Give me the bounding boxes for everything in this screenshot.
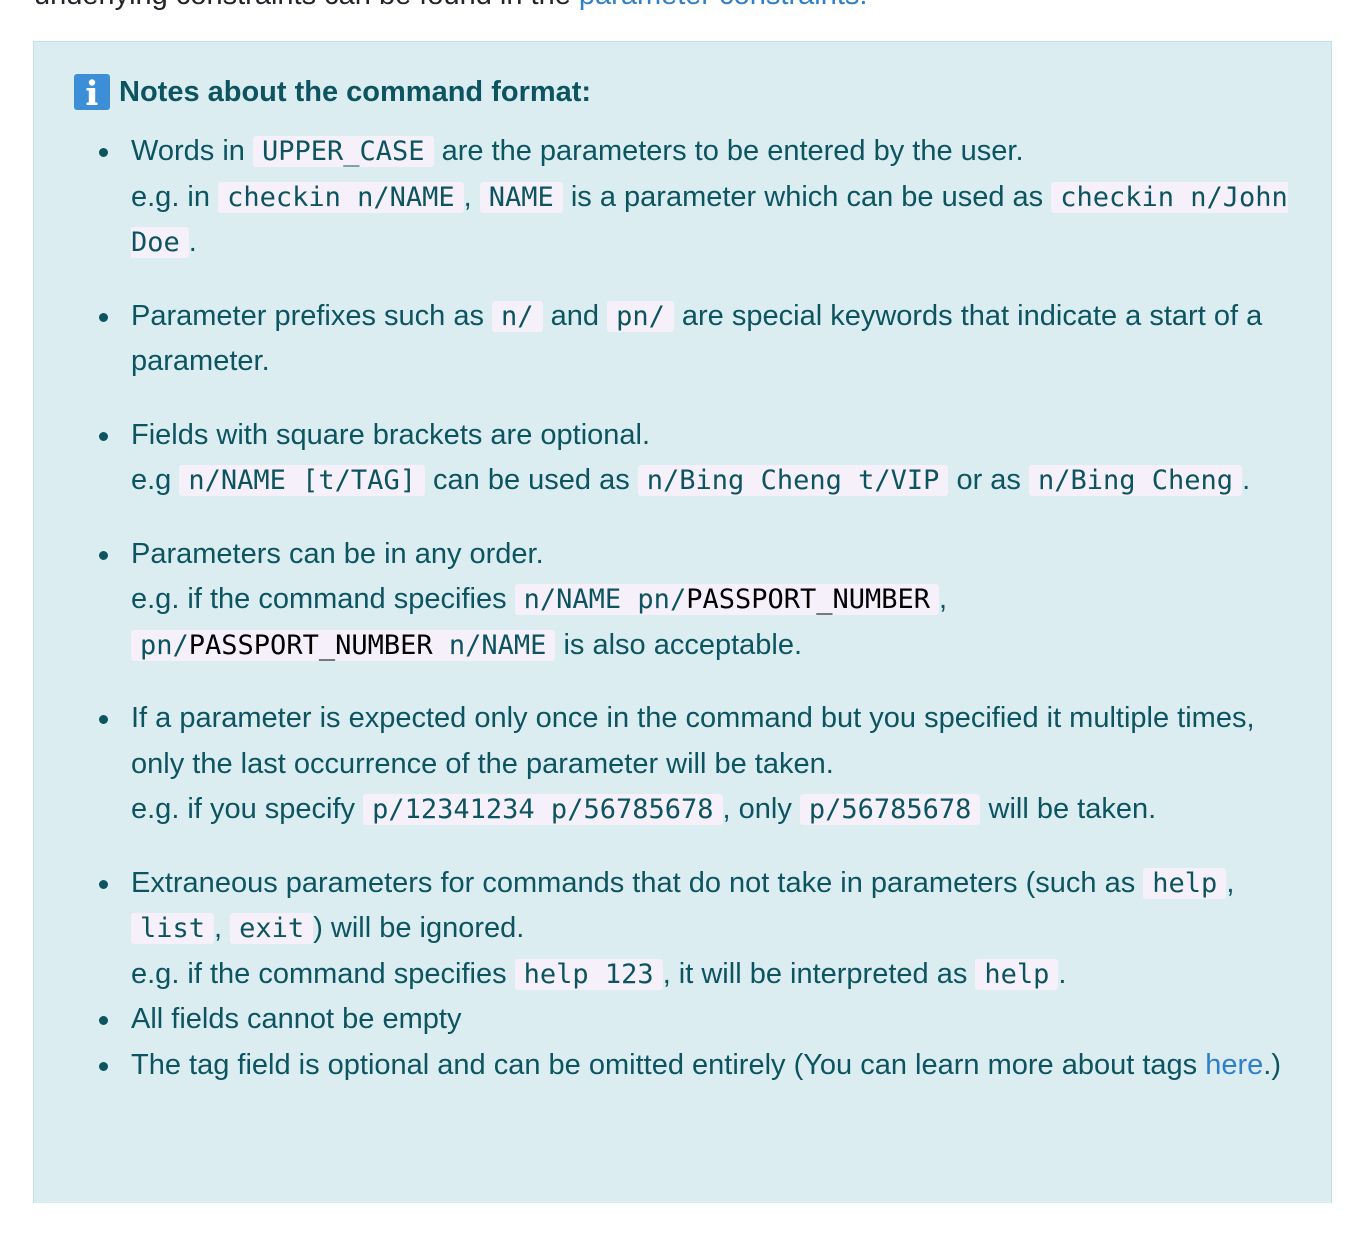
inline-code: n/Bing Cheng bbox=[1028, 465, 1243, 496]
note-text: n/NAME pn/ bbox=[523, 584, 687, 615]
inline-code: p/56785678 bbox=[799, 794, 981, 825]
info-icon bbox=[74, 74, 110, 110]
code-name-passport: n/NAME pn/PASSPORT_NUMBER bbox=[514, 584, 940, 615]
code-passport-name: pn/PASSPORT_NUMBER n/NAME bbox=[131, 629, 556, 661]
inline-code: pn/ bbox=[607, 300, 674, 332]
note-tag-optional: The tag field is optional and can be omi… bbox=[99, 1043, 1291, 1089]
inline-code: n/NAME [t/TAG] bbox=[179, 465, 425, 496]
note-text: .) bbox=[1263, 1048, 1281, 1081]
note-text: All fields cannot be empty bbox=[131, 1003, 462, 1035]
note-last-occurrence: If a parameter is expected only once in … bbox=[99, 696, 1291, 833]
note-text: and bbox=[542, 299, 608, 332]
note-optional-fields: Fields with square brackets are optional… bbox=[99, 413, 1291, 504]
note-text: ) will be ignored. bbox=[313, 912, 525, 944]
preceding-text: underlying constraints can be found in t… bbox=[34, 0, 579, 11]
note-text: If a parameter is expected only once in … bbox=[131, 702, 1255, 780]
tags-here-link[interactable]: here bbox=[1205, 1049, 1263, 1081]
note-text: , only bbox=[722, 793, 800, 825]
inline-code: help bbox=[975, 958, 1059, 990]
notes-list: Words in UPPER_CASE are the parameters t… bbox=[74, 129, 1291, 1088]
note-fields-not-empty: All fields cannot be empty bbox=[99, 997, 1291, 1043]
inline-code: n/Bing Cheng t/VIP bbox=[637, 465, 949, 496]
inline-code: help 123 bbox=[514, 958, 663, 990]
info-callout: Notes about the command format: Words in… bbox=[33, 41, 1332, 1203]
note-text: pn/ bbox=[140, 629, 189, 661]
note-text: Words in bbox=[131, 135, 253, 167]
inline-code: list bbox=[131, 913, 215, 944]
note-upper-case: Words in UPPER_CASE are the parameters t… bbox=[99, 129, 1291, 266]
note-text: , bbox=[1226, 866, 1235, 899]
note-text: . bbox=[188, 226, 197, 258]
inline-code: p/12341234 p/56785678 bbox=[363, 794, 723, 825]
note-text: e.g. if the command specifies bbox=[131, 957, 515, 990]
note-text: PASSPORT_NUMBER bbox=[188, 629, 433, 661]
note-text: or as bbox=[948, 464, 1029, 496]
parameter-constraints-link[interactable]: parameter constraints. bbox=[579, 0, 868, 11]
inline-code: n/ bbox=[492, 300, 543, 332]
note-text: The tag field is optional and can be omi… bbox=[131, 1048, 1206, 1081]
note-text: Parameters can be in any order. bbox=[131, 537, 544, 570]
note-text: Parameter prefixes such as bbox=[131, 299, 493, 332]
note-text: n/NAME bbox=[432, 629, 547, 661]
note-parameter-prefixes: Parameter prefixes such as n/ and pn/ ar… bbox=[99, 294, 1291, 385]
inline-code: UPPER_CASE bbox=[252, 136, 434, 167]
note-text: e.g. if you specify bbox=[131, 793, 364, 825]
note-text: e.g. if the command specifies bbox=[131, 583, 515, 615]
note-text: Extraneous parameters for commands that … bbox=[131, 866, 1144, 899]
note-text: will be taken. bbox=[980, 793, 1157, 825]
note-any-order: Parameters can be in any order. e.g. if … bbox=[99, 532, 1291, 669]
note-text: , it will be interpreted as bbox=[662, 957, 976, 990]
note-text: . bbox=[1242, 464, 1251, 496]
callout-title: Notes about the command format: bbox=[74, 70, 1291, 114]
note-text: is also acceptable. bbox=[555, 628, 803, 661]
inline-code: help bbox=[1143, 867, 1227, 899]
note-text: e.g. in bbox=[131, 180, 219, 213]
note-text: , bbox=[463, 180, 480, 213]
note-text: is a parameter which can be used as bbox=[562, 180, 1052, 213]
note-text: Fields with square brackets are optional… bbox=[131, 418, 651, 451]
note-text: are the parameters to be entered by the … bbox=[433, 135, 1024, 167]
note-text: , bbox=[214, 912, 231, 944]
inline-code: NAME bbox=[479, 181, 563, 213]
note-text: can be used as bbox=[424, 464, 638, 496]
note-extraneous-params: Extraneous parameters for commands that … bbox=[99, 861, 1291, 998]
callout-title-text: Notes about the command format: bbox=[119, 76, 592, 108]
inline-code: exit bbox=[230, 913, 314, 944]
note-text: . bbox=[1058, 957, 1067, 990]
inline-code: checkin n/NAME bbox=[218, 181, 464, 213]
note-text: e.g bbox=[131, 464, 180, 496]
note-text: PASSPORT_NUMBER bbox=[686, 584, 931, 615]
note-text: , bbox=[939, 583, 948, 615]
preceding-paragraph: underlying constraints can be found in t… bbox=[34, 0, 1134, 10]
